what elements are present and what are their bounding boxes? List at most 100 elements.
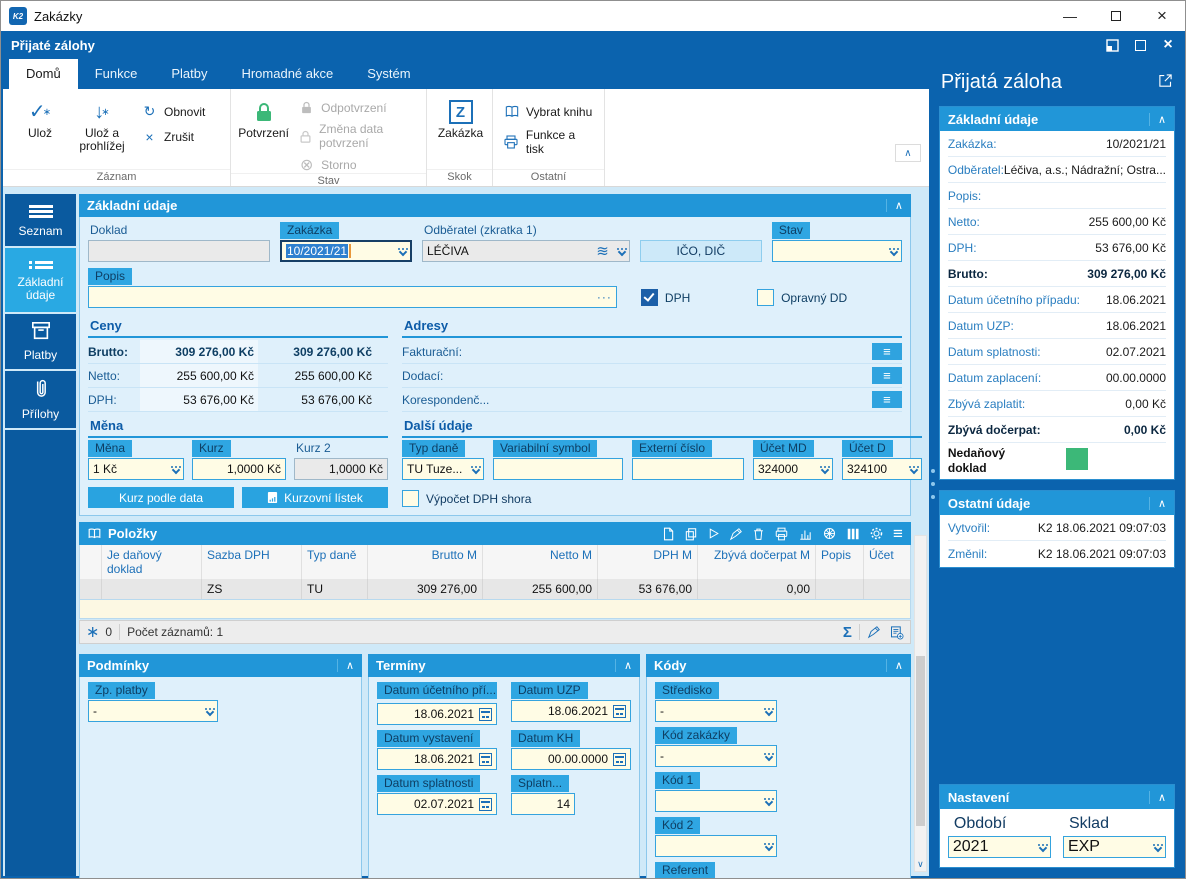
- collapse-icon[interactable]: ∧: [1148, 496, 1166, 510]
- select-book-button[interactable]: Vybrat knihu: [503, 103, 596, 120]
- refresh-button[interactable]: ↻ Obnovit: [141, 103, 206, 120]
- dropdown-icon[interactable]: [169, 465, 181, 474]
- ucet-md-field[interactable]: 324000: [753, 458, 833, 480]
- copy-item-icon[interactable]: [684, 527, 698, 541]
- collapse-icon[interactable]: ∧: [614, 659, 632, 672]
- chart-icon[interactable]: [798, 527, 813, 541]
- ucet-d-field[interactable]: 324100: [842, 458, 922, 480]
- dropdown-icon[interactable]: [887, 247, 899, 256]
- delete-item-icon[interactable]: [752, 527, 765, 541]
- close-button[interactable]: ×: [1139, 1, 1185, 31]
- open-external-icon[interactable]: [1158, 71, 1173, 94]
- dph-checkbox[interactable]: [640, 289, 658, 306]
- confirm-button[interactable]: Potvrzení: [237, 93, 290, 173]
- dropdown-icon[interactable]: [1151, 843, 1163, 852]
- dock-panel-button[interactable]: [1105, 38, 1119, 52]
- odberatel-field[interactable]: LÉČIVA ≋: [422, 240, 630, 262]
- datum-vystaveni-field[interactable]: 18.06.2021: [377, 748, 497, 770]
- dropdown-icon[interactable]: [818, 465, 830, 474]
- print-items-icon[interactable]: [774, 527, 789, 541]
- variabilni-symbol-field[interactable]: [493, 458, 623, 480]
- dropdown-icon[interactable]: [907, 465, 919, 474]
- collapse-icon[interactable]: ∧: [1148, 790, 1166, 804]
- sklad-field[interactable]: EXP: [1062, 836, 1166, 858]
- zakazka-field[interactable]: 10/2021/21: [280, 240, 412, 262]
- dropdown-icon[interactable]: [469, 465, 481, 474]
- sum-icon[interactable]: Σ: [843, 624, 852, 641]
- sidebar-item-zakladni-udaje[interactable]: Základní údaje: [5, 248, 76, 312]
- ribbon-collapse-button[interactable]: ∧: [894, 144, 921, 162]
- collapse-icon[interactable]: ∧: [336, 659, 354, 672]
- save-and-view-button[interactable]: ↓ ∗ Ulož a prohlížej: [71, 93, 133, 169]
- datum-kh-field[interactable]: 00.00.0000: [511, 748, 631, 770]
- wheel-icon[interactable]: [822, 526, 837, 541]
- quick-edit-icon[interactable]: [867, 625, 881, 639]
- address-menu-button[interactable]: ≡: [871, 343, 902, 360]
- collapse-icon[interactable]: ∧: [885, 659, 903, 672]
- edit-item-icon[interactable]: [729, 527, 743, 541]
- new-item-icon[interactable]: [661, 527, 675, 541]
- table-row[interactable]: ZS TU 309 276,00 255 600,00 53 676,00 0,…: [80, 579, 910, 599]
- content-scrollbar[interactable]: ∨: [913, 535, 927, 872]
- vypocet-dph-checkbox[interactable]: [402, 490, 419, 507]
- panel-splitter[interactable]: [930, 469, 935, 509]
- cancel-button[interactable]: × Zrušit: [141, 128, 205, 145]
- kurz-field[interactable]: 1,0000 Kč: [192, 458, 286, 480]
- zp-platby-field[interactable]: -: [88, 700, 218, 722]
- externi-cislo-field[interactable]: [632, 458, 744, 480]
- filter-snowflake-icon[interactable]: ∗: [86, 622, 99, 642]
- ico-dic-button[interactable]: IČO, DIČ: [639, 240, 762, 262]
- more-icon[interactable]: ···: [597, 290, 612, 304]
- calendar-icon[interactable]: [613, 704, 626, 718]
- columns-icon[interactable]: [846, 527, 860, 541]
- add-note-icon[interactable]: [889, 625, 904, 640]
- calendar-icon[interactable]: [479, 707, 492, 721]
- minimize-button[interactable]: —: [1047, 1, 1093, 31]
- dropdown-icon[interactable]: [615, 247, 627, 256]
- mena-field[interactable]: 1 Kč: [88, 458, 184, 480]
- datum-splatnosti-field[interactable]: 02.07.2021: [377, 793, 497, 815]
- layers-icon[interactable]: ≋: [592, 242, 611, 260]
- dropdown-icon[interactable]: [762, 707, 774, 716]
- functions-print-button[interactable]: Funkce a tisk: [503, 128, 596, 156]
- typ-dane-field[interactable]: TU Tuze...: [402, 458, 484, 480]
- splatnost-field[interactable]: 14: [511, 793, 575, 815]
- tab-platby[interactable]: Platby: [154, 59, 224, 89]
- tab-hromadne-akce[interactable]: Hromadné akce: [224, 59, 350, 89]
- dropdown-icon[interactable]: [203, 707, 215, 716]
- collapse-icon[interactable]: ∧: [885, 199, 903, 212]
- address-menu-button[interactable]: ≡: [871, 391, 902, 408]
- stredisko-field[interactable]: -: [655, 700, 777, 722]
- save-button[interactable]: ✓ ∗ Ulož: [9, 93, 71, 169]
- popis-field[interactable]: ···: [88, 286, 617, 308]
- calendar-icon[interactable]: [613, 752, 626, 766]
- dropdown-icon[interactable]: [396, 247, 408, 256]
- sidebar-item-prilohy[interactable]: Přílohy: [5, 371, 76, 428]
- tab-system[interactable]: Systém: [350, 59, 427, 89]
- opravny-dd-checkbox[interactable]: [757, 289, 775, 306]
- jump-zakazka-button[interactable]: Z Zakázka: [433, 93, 488, 169]
- sidebar-item-platby[interactable]: Platby: [5, 314, 76, 369]
- kod2-field[interactable]: [655, 835, 777, 857]
- menu-icon[interactable]: ≡: [893, 524, 903, 544]
- calendar-icon[interactable]: [479, 752, 492, 766]
- maximize-button[interactable]: [1093, 1, 1139, 31]
- inner-close-button[interactable]: ×: [1161, 36, 1175, 53]
- datum-ucetniho-field[interactable]: 18.06.2021: [377, 703, 497, 725]
- scrollbar-thumb[interactable]: [915, 656, 925, 826]
- scroll-down-icon[interactable]: ∨: [915, 859, 926, 870]
- datum-uzp-field[interactable]: 18.06.2021: [511, 700, 631, 722]
- collapse-icon[interactable]: ∧: [1148, 112, 1166, 126]
- dropdown-icon[interactable]: [762, 797, 774, 806]
- sidebar-item-seznam[interactable]: Seznam: [5, 194, 76, 246]
- stav-field[interactable]: [771, 240, 902, 262]
- kurz-podle-data-button[interactable]: Kurz podle data: [88, 487, 234, 508]
- address-menu-button[interactable]: ≡: [871, 367, 902, 384]
- dropdown-icon[interactable]: [1036, 843, 1048, 852]
- inner-maximize-button[interactable]: [1133, 38, 1147, 52]
- calendar-icon[interactable]: [479, 797, 492, 811]
- obdobi-field[interactable]: 2021: [947, 836, 1051, 858]
- run-item-icon[interactable]: [707, 527, 720, 540]
- kurzovni-listek-button[interactable]: Kurzovní lístek: [242, 487, 388, 508]
- kod1-field[interactable]: [655, 790, 777, 812]
